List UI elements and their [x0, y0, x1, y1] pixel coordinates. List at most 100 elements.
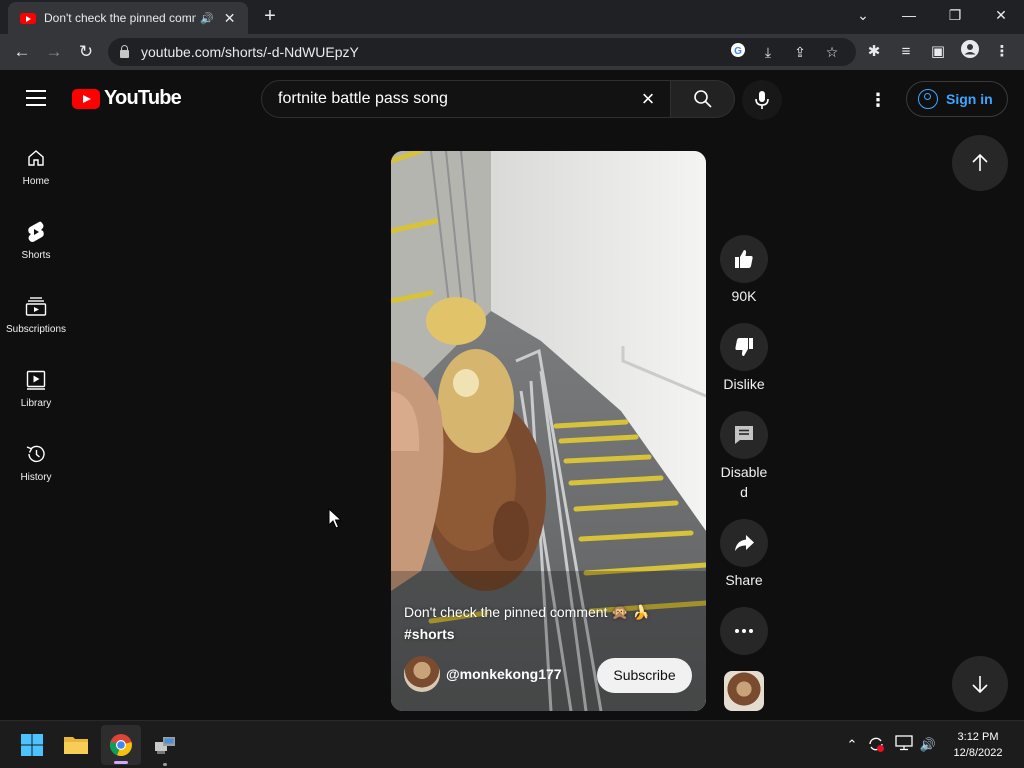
- volume-icon[interactable]: 🔊: [918, 735, 938, 755]
- library-icon: [24, 368, 48, 392]
- guide-item-shorts[interactable]: Shorts: [0, 220, 72, 294]
- youtube-play-logo-icon: [72, 88, 100, 109]
- share-button[interactable]: [720, 519, 768, 567]
- mouse-cursor-icon: [328, 508, 342, 529]
- short-caption: Don't check the pinned comment 🙊 🍌 #shor…: [404, 601, 694, 645]
- reload-button[interactable]: ↻: [70, 36, 102, 68]
- youtube-favicon-icon: [20, 12, 36, 24]
- tab-close-icon[interactable]: ✕: [224, 10, 236, 27]
- guide-label-subscriptions: Subscriptions: [5, 324, 67, 335]
- guide-item-history[interactable]: History: [0, 442, 72, 516]
- side-panel-icon[interactable]: ▣: [926, 40, 950, 64]
- media-controls-icon[interactable]: ≡: [894, 40, 918, 64]
- like-count: 90K: [731, 288, 757, 304]
- file-explorer-button[interactable]: [56, 725, 96, 765]
- guide-label-shorts: Shorts: [21, 250, 51, 261]
- short-title: Don't check the pinned comment 🙊 🍌: [404, 604, 651, 620]
- browser-menu-icon[interactable]: ⋮: [990, 40, 1014, 64]
- more-horizontal-icon: [735, 629, 753, 633]
- browser-tab-strip: Don't check the pinned comment 🔊 ✕ + ⌄ —…: [0, 0, 1024, 34]
- microphone-icon: [755, 91, 769, 109]
- folder-icon: [64, 737, 88, 754]
- url-text: youtube.com/shorts/-d-NdWUEpzY: [141, 44, 359, 60]
- more-actions-button[interactable]: [720, 607, 768, 655]
- menu-icon[interactable]: [26, 90, 46, 106]
- tab-title: Don't check the pinned comment: [44, 11, 196, 25]
- address-bar[interactable]: youtube.com/shorts/-d-NdWUEpzY G ⤓ ⇪ ☆: [108, 38, 856, 66]
- windows-logo-icon: [21, 734, 43, 756]
- audio-playing-icon[interactable]: 🔊: [200, 12, 214, 25]
- back-button[interactable]: ←: [6, 36, 38, 68]
- thumbs-up-icon: [735, 250, 753, 268]
- history-icon: [24, 442, 48, 466]
- settings-menu-icon[interactable]: ⋮: [866, 88, 890, 112]
- guide-item-home[interactable]: Home: [0, 146, 72, 220]
- next-short-button[interactable]: [952, 656, 1008, 712]
- shorts-icon: [24, 220, 48, 244]
- voice-search-button[interactable]: [742, 80, 782, 120]
- bookmark-star-icon[interactable]: ☆: [822, 42, 842, 62]
- search-bar: ×: [261, 80, 735, 118]
- computer-network-icon: [155, 737, 175, 754]
- shorts-video-player[interactable]: Don't check the pinned comment 🙊 🍌 #shor…: [391, 151, 706, 711]
- channel-info[interactable]: @monkekong177: [404, 656, 562, 692]
- chrome-taskbar-button[interactable]: [101, 725, 141, 765]
- clear-search-icon[interactable]: ×: [636, 87, 660, 111]
- clock-date: 12/8/2022: [953, 747, 1003, 759]
- profile-icon[interactable]: [958, 40, 982, 64]
- search-button[interactable]: [671, 80, 735, 118]
- dislike-button[interactable]: [720, 323, 768, 371]
- guide-label-history: History: [20, 472, 52, 483]
- search-input[interactable]: [278, 90, 618, 108]
- taskbar-clock[interactable]: 3:12 PM 12/8/2022: [942, 729, 1014, 761]
- channel-avatar[interactable]: [404, 656, 440, 692]
- youtube-header: YouTube × ⋮ Sign in: [0, 70, 1024, 126]
- like-button[interactable]: [720, 235, 768, 283]
- thumbs-down-icon: [735, 338, 753, 356]
- restore-button[interactable]: ❐: [940, 4, 970, 26]
- comment-icon: [735, 426, 753, 444]
- extensions-icon[interactable]: ✱: [862, 40, 886, 64]
- account-icon: [918, 89, 938, 109]
- guide-item-subscriptions[interactable]: Subscriptions: [0, 294, 72, 368]
- tab-search-button[interactable]: ⌄: [848, 4, 878, 26]
- chrome-icon: [109, 734, 132, 757]
- sync-alert-icon[interactable]: [866, 735, 886, 755]
- network-status-icon[interactable]: [894, 735, 914, 755]
- previous-short-button[interactable]: [952, 135, 1008, 191]
- comments-button[interactable]: [720, 411, 768, 459]
- youtube-logo[interactable]: YouTube: [72, 87, 182, 110]
- lock-icon[interactable]: [120, 45, 129, 58]
- share-page-icon[interactable]: ⇪: [790, 42, 810, 62]
- install-app-icon[interactable]: ⤓: [758, 42, 778, 62]
- browser-tab[interactable]: Don't check the pinned comment 🔊 ✕: [8, 2, 248, 34]
- subscriptions-icon: [24, 294, 48, 318]
- sign-in-button[interactable]: Sign in: [906, 81, 1008, 117]
- youtube-logo-text: YouTube: [104, 87, 182, 109]
- new-tab-button[interactable]: +: [258, 4, 282, 28]
- start-button[interactable]: [12, 725, 52, 765]
- forward-button[interactable]: →: [38, 36, 70, 68]
- windows-taskbar: ⌃ 🔊 3:12 PM 12/8/2022: [0, 720, 1024, 768]
- sound-thumbnail[interactable]: [724, 671, 764, 711]
- short-hashtag[interactable]: #shorts: [404, 623, 694, 645]
- arrow-up-icon: [972, 153, 988, 171]
- show-hidden-icons-icon[interactable]: ⌃: [842, 735, 862, 755]
- window-close-button[interactable]: ✕: [986, 4, 1016, 26]
- share-label: Share: [725, 572, 763, 588]
- subscribe-button[interactable]: Subscribe: [597, 658, 692, 693]
- google-lens-icon[interactable]: G: [728, 42, 748, 62]
- channel-handle[interactable]: @monkekong177: [446, 666, 562, 682]
- minimize-button[interactable]: —: [894, 4, 924, 26]
- clock-time: 3:12 PM: [957, 731, 999, 743]
- guide-item-library[interactable]: Library: [0, 368, 72, 442]
- svg-text:G: G: [734, 46, 742, 57]
- search-icon: [693, 90, 712, 108]
- share-icon: [735, 535, 754, 551]
- dislike-label: Dislike: [723, 376, 765, 392]
- guide-label-home: Home: [22, 176, 50, 187]
- arrow-down-icon: [972, 676, 988, 694]
- active-app-indicator: [114, 761, 128, 764]
- running-app-indicator: [163, 763, 167, 766]
- network-app-button[interactable]: [145, 725, 185, 766]
